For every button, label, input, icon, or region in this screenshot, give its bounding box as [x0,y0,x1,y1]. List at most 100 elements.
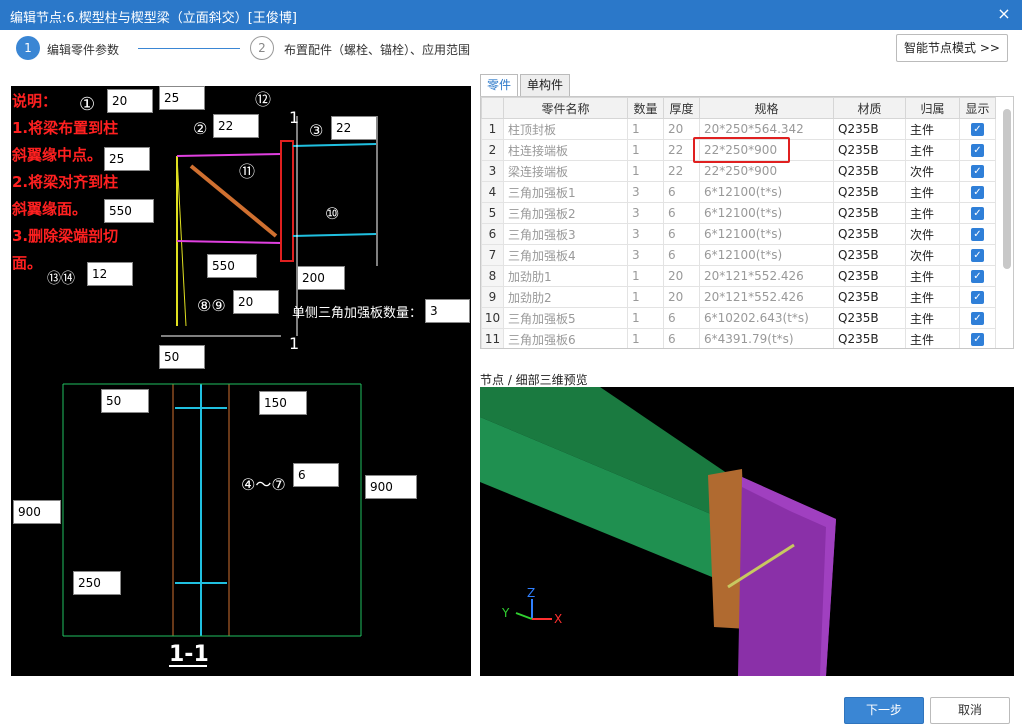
dim-input[interactable]: 20 [107,89,153,113]
dim-input[interactable]: 25 [104,147,150,171]
show-checkbox[interactable]: ✓ [971,207,984,220]
part-name-cell[interactable]: 三角加强板5 [503,307,628,329]
row-number[interactable]: 10 [481,307,504,329]
next-button[interactable]: 下一步 [844,697,924,724]
quantity-cell[interactable]: 3 [627,181,664,203]
row-number[interactable]: 7 [481,244,504,266]
show-checkbox[interactable]: ✓ [971,312,984,325]
part-name-cell[interactable]: 梁连接端板 [503,160,628,182]
spec-cell[interactable]: 20*121*552.426 [699,286,834,308]
3d-preview[interactable]: Z X Y [480,387,1014,676]
table-row[interactable]: 9 加劲肋2 1 20 20*121*552.426 Q235B 主件 ✓ [481,286,996,308]
show-checkbox[interactable]: ✓ [971,144,984,157]
spec-cell[interactable]: 6*12100(t*s) [699,202,834,224]
column-header[interactable]: 零件名称 [503,97,628,119]
table-row[interactable]: 4 三角加强板1 3 6 6*12100(t*s) Q235B 主件 ✓ [481,181,996,203]
quantity-cell[interactable]: 1 [627,139,664,161]
owner-cell[interactable]: 次件 [905,160,960,182]
material-cell[interactable]: Q235B [833,181,906,203]
part-name-cell[interactable]: 三角加强板3 [503,223,628,245]
cancel-button[interactable]: 取消 [930,697,1010,724]
material-cell[interactable]: Q235B [833,307,906,329]
column-header[interactable]: 数量 [627,97,664,119]
material-cell[interactable]: Q235B [833,223,906,245]
owner-cell[interactable]: 次件 [905,244,960,266]
spec-cell[interactable]: 6*12100(t*s) [699,223,834,245]
part-name-cell[interactable]: 柱连接端板 [503,139,628,161]
quantity-cell[interactable]: 1 [627,160,664,182]
material-cell[interactable]: Q235B [833,244,906,266]
thickness-cell[interactable]: 6 [663,181,700,203]
material-cell[interactable]: Q235B [833,202,906,224]
dim-input[interactable]: 200 [297,266,345,290]
show-checkbox[interactable]: ✓ [971,123,984,136]
column-header[interactable]: 材质 [833,97,906,119]
quantity-cell[interactable]: 1 [627,286,664,308]
row-number[interactable]: 9 [481,286,504,308]
dim-input[interactable]: 50 [159,345,205,369]
quantity-cell[interactable]: 1 [627,328,664,348]
row-number[interactable]: 4 [481,181,504,203]
table-scrollbar[interactable] [1003,109,1011,269]
show-checkbox[interactable]: ✓ [971,228,984,241]
owner-cell[interactable]: 主件 [905,286,960,308]
thickness-cell[interactable]: 6 [663,202,700,224]
dim-input[interactable]: 20 [233,290,279,314]
dim-input[interactable]: 22 [213,114,259,138]
row-number[interactable]: 8 [481,265,504,287]
table-row[interactable]: 3 梁连接端板 1 22 22*250*900 Q235B 次件 ✓ [481,160,996,182]
quantity-cell[interactable]: 3 [627,223,664,245]
thickness-cell[interactable]: 22 [663,160,700,182]
material-cell[interactable]: Q235B [833,286,906,308]
show-checkbox[interactable]: ✓ [971,186,984,199]
show-checkbox[interactable]: ✓ [971,249,984,262]
table-row[interactable]: 8 加劲肋1 1 20 20*121*552.426 Q235B 主件 ✓ [481,265,996,287]
quantity-cell[interactable]: 1 [627,265,664,287]
owner-cell[interactable]: 主件 [905,202,960,224]
owner-cell[interactable]: 主件 [905,181,960,203]
smart-node-mode-button[interactable]: 智能节点模式 >> [896,34,1008,62]
column-header[interactable]: 显示 [959,97,996,119]
row-number[interactable]: 2 [481,139,504,161]
row-number[interactable]: 1 [481,118,504,140]
table-row[interactable]: 6 三角加强板3 3 6 6*12100(t*s) Q235B 次件 ✓ [481,223,996,245]
tab-parts[interactable]: 零件 [480,74,518,96]
owner-cell[interactable]: 次件 [905,223,960,245]
dim-input[interactable]: 50 [101,389,149,413]
part-name-cell[interactable]: 三角加强板4 [503,244,628,266]
table-row[interactable]: 11 三角加强板6 1 6 6*4391.79(t*s) Q235B 主件 ✓ [481,328,996,348]
owner-cell[interactable]: 主件 [905,139,960,161]
column-header[interactable]: 规格 [699,97,834,119]
dim-input[interactable]: 150 [259,391,307,415]
dim-input[interactable]: 550 [104,199,154,223]
dim-input[interactable]: 22 [331,116,377,140]
thickness-cell[interactable]: 20 [663,265,700,287]
spec-cell[interactable]: 6*12100(t*s) [699,244,834,266]
owner-cell[interactable]: 主件 [905,307,960,329]
dim-input[interactable]: 25 [159,86,205,110]
spec-cell[interactable]: 6*12100(t*s) [699,181,834,203]
row-number[interactable]: 6 [481,223,504,245]
part-name-cell[interactable]: 加劲肋2 [503,286,628,308]
part-name-cell[interactable]: 三角加强板1 [503,181,628,203]
thickness-cell[interactable]: 6 [663,223,700,245]
show-checkbox[interactable]: ✓ [971,333,984,346]
dim-input[interactable]: 900 [365,475,417,499]
show-checkbox[interactable]: ✓ [971,291,984,304]
owner-cell[interactable]: 主件 [905,118,960,140]
part-name-cell[interactable]: 三角加强板2 [503,202,628,224]
quantity-cell[interactable]: 1 [627,307,664,329]
thickness-cell[interactable]: 6 [663,307,700,329]
spec-cell[interactable]: 6*10202.643(t*s) [699,307,834,329]
show-checkbox[interactable]: ✓ [971,270,984,283]
dim-input[interactable]: 550 [207,254,257,278]
dim-input[interactable]: 250 [73,571,121,595]
column-header[interactable]: 厚度 [663,97,700,119]
tab-single-member[interactable]: 单构件 [520,74,570,96]
thickness-cell[interactable]: 20 [663,286,700,308]
material-cell[interactable]: Q235B [833,265,906,287]
row-number[interactable]: 3 [481,160,504,182]
owner-cell[interactable]: 主件 [905,328,960,348]
thickness-cell[interactable]: 6 [663,328,700,348]
thickness-cell[interactable]: 6 [663,244,700,266]
